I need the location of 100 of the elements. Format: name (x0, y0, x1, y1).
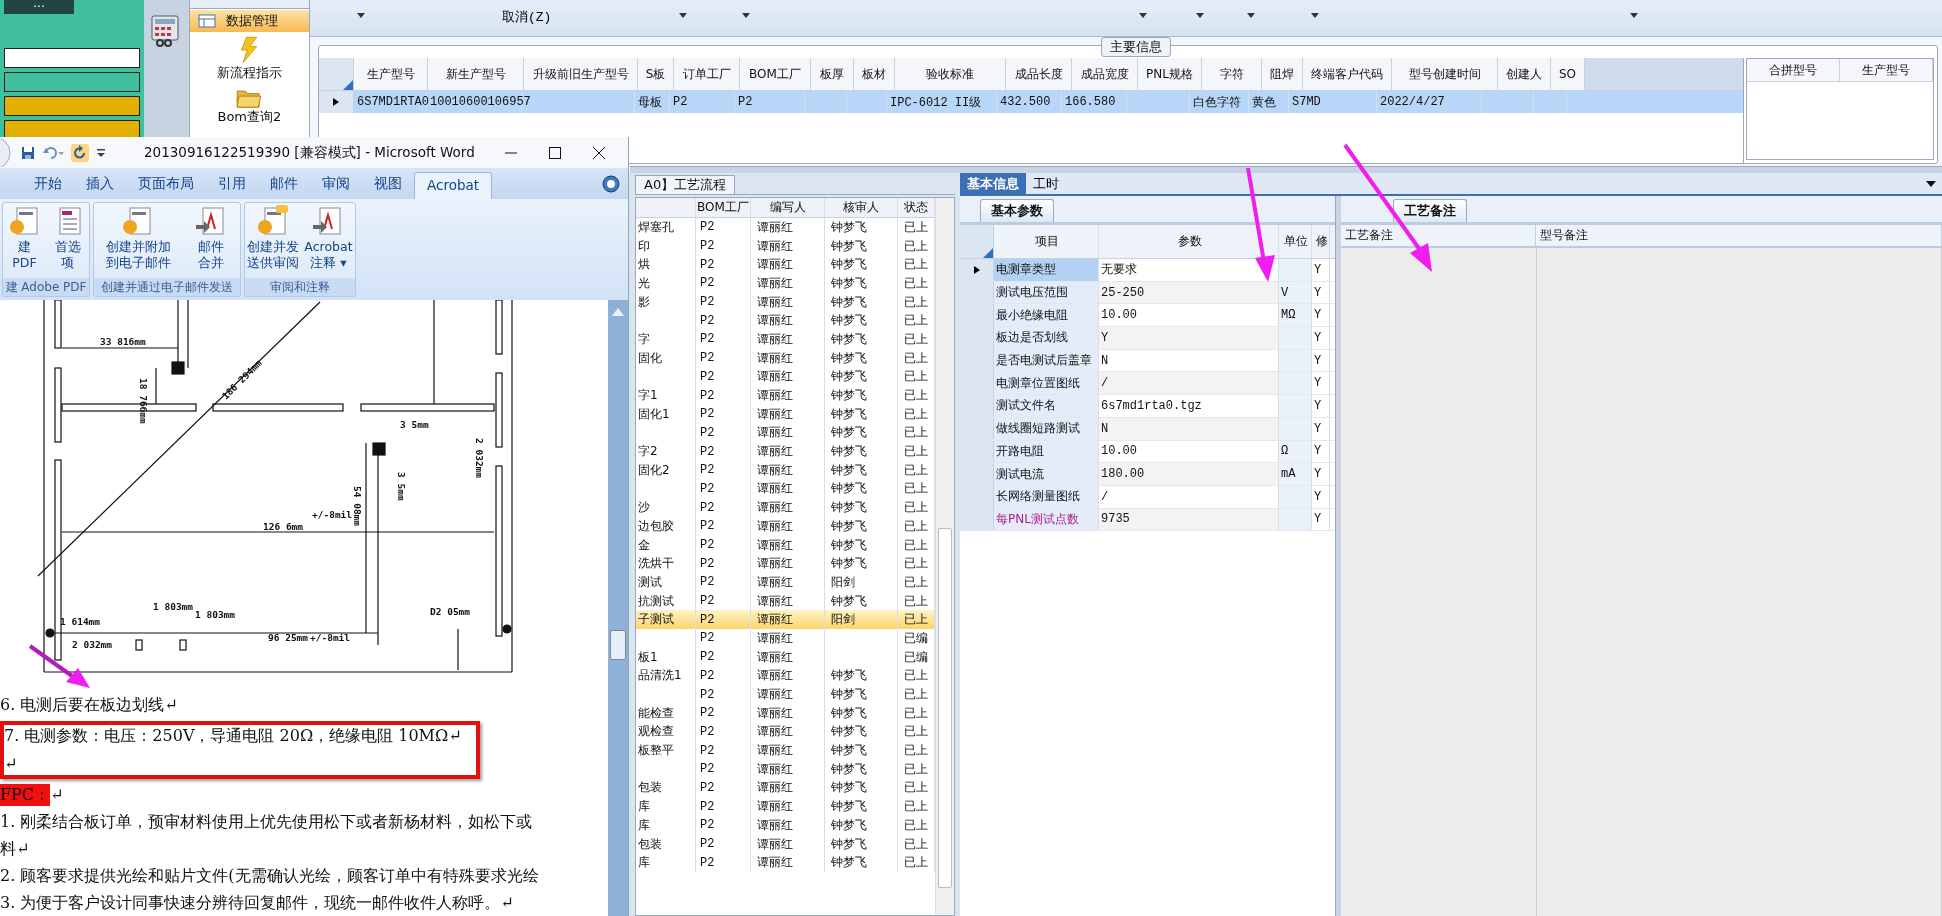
menu-button[interactable]: ··· (4, 0, 74, 14)
dropdown-arrow-icon[interactable] (357, 13, 365, 18)
table-cell: 字1 (638, 387, 658, 405)
scrollbar-thumb[interactable] (938, 528, 952, 888)
table-cell: 谭丽红 (757, 723, 793, 741)
scrollbar-thumb[interactable] (610, 630, 626, 660)
column-header[interactable]: PNL规格 (1138, 58, 1202, 90)
nav-item[interactable]: Bom查询2 (189, 84, 309, 126)
scrollbar[interactable] (608, 300, 628, 916)
ribbon-button[interactable]: 创建并发 送供审阅 (246, 203, 301, 278)
column-header[interactable]: 核审人 (825, 198, 898, 217)
column-header[interactable]: SO (1551, 58, 1585, 90)
column-header[interactable]: S板 (638, 58, 674, 90)
table-row[interactable]: 长网络测量图纸 / Y (960, 485, 1335, 509)
column-header[interactable]: 终端客户代码 (1303, 58, 1392, 90)
nav-item[interactable]: 数据管理 (189, 10, 309, 32)
ribbon-button[interactable]: 创建并附加 到电子邮件 (104, 203, 172, 278)
column-header[interactable]: 板材 (854, 58, 895, 90)
table-cell: P2 (700, 538, 715, 553)
table-cell: 已上 (904, 218, 928, 236)
cancel-button[interactable]: 取消(Z) (498, 6, 556, 28)
dropdown-arrow-icon[interactable] (1247, 13, 1255, 18)
panel-tab[interactable]: A0】工艺流程 (635, 175, 736, 194)
ribbon-button[interactable]: 建 PDF (6, 203, 43, 278)
table-row[interactable]: 每PNL测试点数 9735 Y (960, 508, 1335, 532)
column-header[interactable]: 升级前旧生产型号 (524, 58, 638, 90)
panel-tab[interactable]: 基本参数 (980, 199, 1054, 222)
dropdown-arrow-icon[interactable] (1311, 13, 1319, 18)
close-icon[interactable] (592, 145, 606, 160)
column-header[interactable]: 创建人 (1498, 58, 1551, 90)
column-header[interactable]: 合拼型号 (1747, 59, 1840, 81)
column-header[interactable]: 订单工厂 (674, 58, 740, 90)
table-row[interactable]: 电测章位置图纸 / Y (960, 372, 1335, 396)
ribbon-tab[interactable]: 开始 (22, 171, 74, 199)
column-header[interactable]: 生产型号 (1840, 59, 1933, 81)
table-row[interactable]: 做线圈短路测试 N Y (960, 417, 1335, 441)
column-header[interactable]: 型号备注 (1536, 225, 1942, 246)
column-header[interactable]: 新生产型号 (428, 58, 524, 90)
help-icon[interactable] (602, 174, 620, 193)
column-header[interactable]: 验收标准 (895, 58, 1006, 90)
column-header[interactable]: 阻焊 (1262, 58, 1303, 90)
table-row[interactable]: 最小绝缘电阻 10.00 MΩ Y (960, 304, 1335, 328)
maximize-icon[interactable] (548, 145, 562, 160)
redo-icon[interactable] (71, 143, 89, 162)
list-row[interactable] (4, 72, 141, 92)
panel-tab[interactable]: 工艺备注 (1393, 199, 1467, 222)
column-header[interactable]: 型号创建时间 (1392, 58, 1498, 90)
table-cell: 已上 (904, 349, 928, 367)
column-header[interactable]: 成品长度 (1006, 58, 1072, 90)
list-row[interactable] (4, 96, 141, 116)
dropdown-arrow-icon[interactable] (1196, 13, 1204, 18)
table-cell: P2 (700, 743, 715, 758)
table-cell: 固化2 (638, 461, 670, 479)
dropdown-arrow-icon[interactable] (1926, 180, 1936, 187)
ribbon-tab[interactable]: 邮件 (258, 171, 310, 199)
table-row[interactable]: 测试电流 180.00 mA Y (960, 463, 1335, 486)
table-row[interactable]: 是否电测试后盖章 N Y (960, 349, 1335, 373)
ribbon-button[interactable]: 首选 项 (49, 203, 86, 278)
nav-item[interactable]: 新流程指示 (189, 34, 309, 82)
table-row[interactable]: 板边是否划线 Y Y (960, 327, 1335, 350)
ribbon-tab[interactable]: 审阅 (310, 171, 362, 199)
ribbon-tab[interactable]: 插入 (74, 171, 126, 199)
paragraph: 6. 电测后要在板边划线↵ (0, 694, 179, 716)
column-header[interactable]: 单位 (1279, 225, 1312, 258)
ribbon-tab[interactable]: Acrobat (414, 172, 493, 199)
ribbon-tab[interactable]: 视图 (362, 171, 414, 199)
tab[interactable]: 基本信息 (960, 173, 1026, 194)
column-header[interactable]: 修 (1312, 225, 1330, 258)
dropdown-arrow-icon[interactable] (1630, 13, 1638, 18)
customize-icon[interactable] (96, 147, 106, 158)
table-row[interactable]: 子测试 P2 谭丽红 阳剑 已上 (636, 610, 935, 630)
column-header[interactable]: BOM工厂 (696, 198, 751, 217)
table-row[interactable]: 测试文件名 6s7md1rta0.tgz Y (960, 395, 1335, 418)
list-row[interactable] (4, 120, 141, 140)
ribbon-button[interactable]: 邮件 合并 (193, 203, 230, 278)
dropdown-arrow-icon[interactable] (1139, 13, 1147, 18)
table-row[interactable]: 6S7MD1RTA010010600106957 母板 P2 P2 IPC-6012 II级 432.500 166.580 白色字符 黄色 S7MD 2022/4/27 (319, 91, 1743, 113)
column-header[interactable]: BOM工厂 (740, 58, 811, 90)
table-row[interactable]: 开路电阻 10.00 Ω Y (960, 440, 1335, 464)
dropdown-arrow-icon[interactable] (679, 13, 687, 18)
column-header[interactable]: 编写人 (751, 198, 825, 217)
table-cell: 谭丽红 (757, 536, 793, 554)
save-icon[interactable] (21, 145, 35, 160)
column-header[interactable]: 字符 (1202, 58, 1262, 90)
table-cell: 已上 (904, 312, 928, 330)
table-row[interactable]: 电测章类型 无要求 Y (960, 259, 1335, 282)
undo-icon[interactable] (42, 145, 64, 160)
ribbon-button[interactable]: Acrobat 注释 ▾ (303, 203, 354, 278)
column-header[interactable]: 项目 (994, 225, 1099, 258)
dropdown-arrow-icon[interactable] (742, 13, 750, 18)
column-header[interactable]: 板厚 (811, 58, 854, 90)
table-cell: Y (1314, 262, 1322, 277)
list-row[interactable] (4, 48, 141, 68)
column-header[interactable]: 生产型号 (354, 58, 428, 90)
table-row[interactable]: 测试电压范围 25-250 V Y (960, 281, 1335, 305)
table-cell: 沙 (638, 499, 650, 517)
ribbon-tab[interactable]: 引用 (206, 171, 258, 199)
ribbon-tab[interactable]: 页面布局 (126, 171, 206, 199)
column-header[interactable]: 成品宽度 (1072, 58, 1138, 90)
tab[interactable]: 工时 (1026, 173, 1066, 194)
